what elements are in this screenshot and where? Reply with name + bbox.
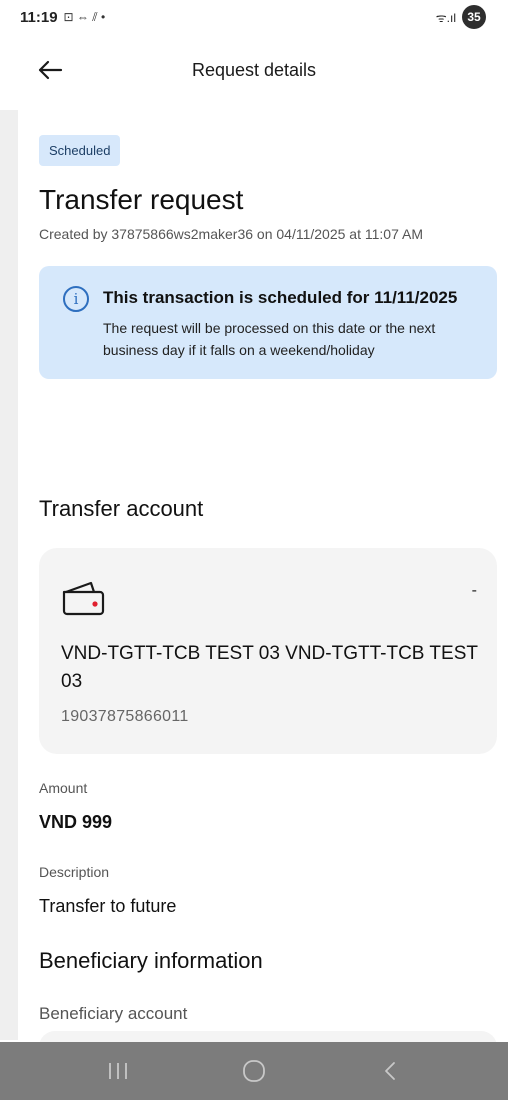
recents-icon bbox=[109, 1063, 127, 1079]
description-value: Transfer to future bbox=[39, 896, 177, 916]
notice-text: The request will be processed on this da… bbox=[103, 320, 436, 358]
app-bar: Request details bbox=[0, 48, 508, 92]
created-by-text: Created by 37875866ws2maker36 on 04/11/2… bbox=[39, 226, 423, 242]
status-indicators: ⊡ ⇔ ⫽ • bbox=[63, 9, 106, 24]
home-icon bbox=[243, 1060, 265, 1082]
request-summary: Scheduled Transfer request Created by 37… bbox=[39, 135, 497, 379]
status-left: 11:19 ⊡ ⇔ ⫽ • bbox=[20, 9, 105, 26]
beneficiary-title: Beneficiary information bbox=[39, 948, 263, 973]
back-chevron-icon bbox=[385, 1062, 395, 1080]
transfer-account-card[interactable]: - VND-TGTT-TCB TEST 03 VND-TGTT-TCB TEST… bbox=[39, 548, 497, 754]
home-button[interactable] bbox=[224, 1051, 284, 1091]
wallet-icon bbox=[62, 581, 105, 616]
notice-title: This transaction is scheduled for 11/11/… bbox=[103, 288, 458, 307]
system-nav-bar bbox=[0, 1042, 508, 1100]
description-label: Description bbox=[39, 864, 110, 880]
nav-back-button[interactable] bbox=[360, 1051, 420, 1091]
account-number: 19037875866011 bbox=[61, 708, 189, 725]
account-name: VND-TGTT-TCB TEST 03 VND-TGTT-TCB TEST 0… bbox=[61, 643, 478, 692]
page-header-title: Request details bbox=[191, 60, 317, 80]
status-time: 11:19 bbox=[20, 8, 58, 26]
info-icon: i bbox=[63, 286, 89, 312]
battery-icon: 35 bbox=[462, 5, 486, 29]
status-badge: Scheduled bbox=[39, 135, 121, 166]
status-right: ᯤ.ıl 35 bbox=[436, 5, 486, 29]
amount-label: Amount bbox=[39, 780, 88, 796]
account-balance: - bbox=[471, 582, 477, 599]
transfer-account-title: Transfer account bbox=[39, 496, 204, 521]
schedule-notice: i This transaction is scheduled for 11/1… bbox=[39, 266, 497, 379]
amount-value: VND 999 bbox=[39, 812, 113, 832]
notice-body: This transaction is scheduled for 11/11/… bbox=[103, 286, 475, 361]
beneficiary-account-label: Beneficiary account bbox=[39, 1004, 188, 1023]
status-bar: 11:19 ⊡ ⇔ ⫽ • ᯤ.ıl 35 bbox=[0, 0, 508, 34]
signal-icon: ᯤ.ıl bbox=[435, 10, 456, 25]
recents-button[interactable] bbox=[88, 1051, 148, 1091]
page-title: Transfer request bbox=[39, 184, 244, 215]
left-edge-strip bbox=[0, 110, 18, 1040]
